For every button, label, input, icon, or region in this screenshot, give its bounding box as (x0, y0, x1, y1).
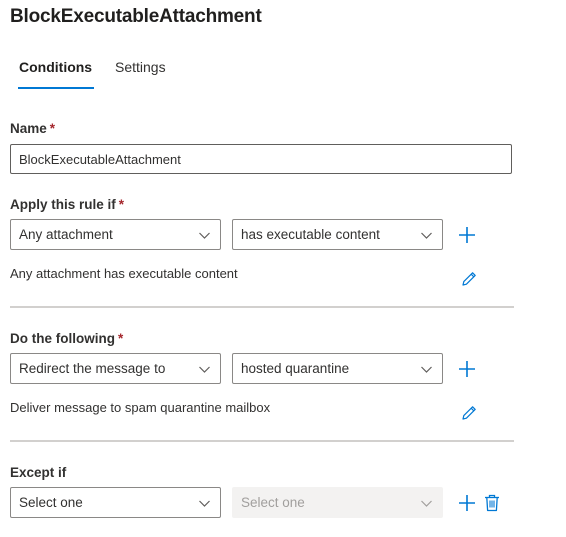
tab-conditions-label: Conditions (19, 59, 93, 75)
required-marker: * (49, 121, 56, 136)
tab-selected-indicator (18, 87, 95, 89)
section-divider (10, 440, 514, 442)
chevron-down-icon (199, 500, 210, 507)
section-divider (10, 306, 514, 308)
delete-exception-button[interactable] (481, 492, 503, 514)
edit-condition-button[interactable] (458, 268, 480, 290)
dropdown-value: has executable content (241, 227, 380, 242)
add-exception-button[interactable] (456, 492, 478, 514)
add-condition-button[interactable] (456, 224, 478, 246)
apply-rule-label: Apply this rule if * (10, 197, 124, 212)
tab-settings[interactable]: Settings (115, 56, 166, 90)
tab-settings-label: Settings (115, 59, 166, 75)
except-if-label-text: Except if (10, 465, 67, 480)
page-title: BlockExecutableAttachment (10, 6, 262, 27)
delete-trash-icon (485, 494, 499, 512)
name-label-text: Name (10, 121, 47, 136)
exception-condition-dropdown[interactable]: Select one (10, 487, 221, 518)
dropdown-value: hosted quarantine (241, 361, 350, 376)
dropdown-value: Select one (19, 495, 83, 510)
apply-rule-label-text: Apply this rule if (10, 197, 116, 212)
required-marker: * (117, 331, 124, 346)
required-marker: * (118, 197, 125, 212)
action-value-dropdown[interactable]: hosted quarantine (232, 353, 443, 384)
chevron-down-icon (421, 366, 432, 373)
do-following-label-text: Do the following (10, 331, 115, 346)
add-icon (459, 361, 475, 377)
action-dropdown[interactable]: Redirect the message to (10, 353, 221, 384)
except-if-label: Except if (10, 465, 66, 480)
tab-conditions[interactable]: Conditions (18, 56, 95, 90)
edit-action-button[interactable] (458, 402, 480, 424)
name-label: Name * (10, 121, 55, 136)
add-icon (459, 227, 475, 243)
edit-pencil-icon (462, 406, 476, 420)
chevron-down-icon (421, 232, 432, 239)
apply-rule-summary: Any attachment has executable content (10, 266, 238, 281)
do-following-label: Do the following * (10, 331, 123, 346)
apply-rule-condition-dropdown[interactable]: Any attachment (10, 219, 221, 250)
name-input[interactable] (10, 144, 512, 174)
chevron-down-icon (199, 232, 210, 239)
exception-value-dropdown: Select one (232, 487, 443, 518)
dropdown-value: Any attachment (19, 227, 113, 242)
dropdown-value: Select one (241, 495, 305, 510)
chevron-down-icon (199, 366, 210, 373)
dropdown-value: Redirect the message to (19, 361, 166, 376)
add-action-button[interactable] (456, 358, 478, 380)
add-icon (459, 495, 475, 511)
edit-pencil-icon (462, 272, 476, 286)
do-following-summary: Deliver message to spam quarantine mailb… (10, 400, 271, 415)
chevron-down-icon (421, 500, 432, 507)
apply-rule-value-dropdown[interactable]: has executable content (232, 219, 443, 250)
